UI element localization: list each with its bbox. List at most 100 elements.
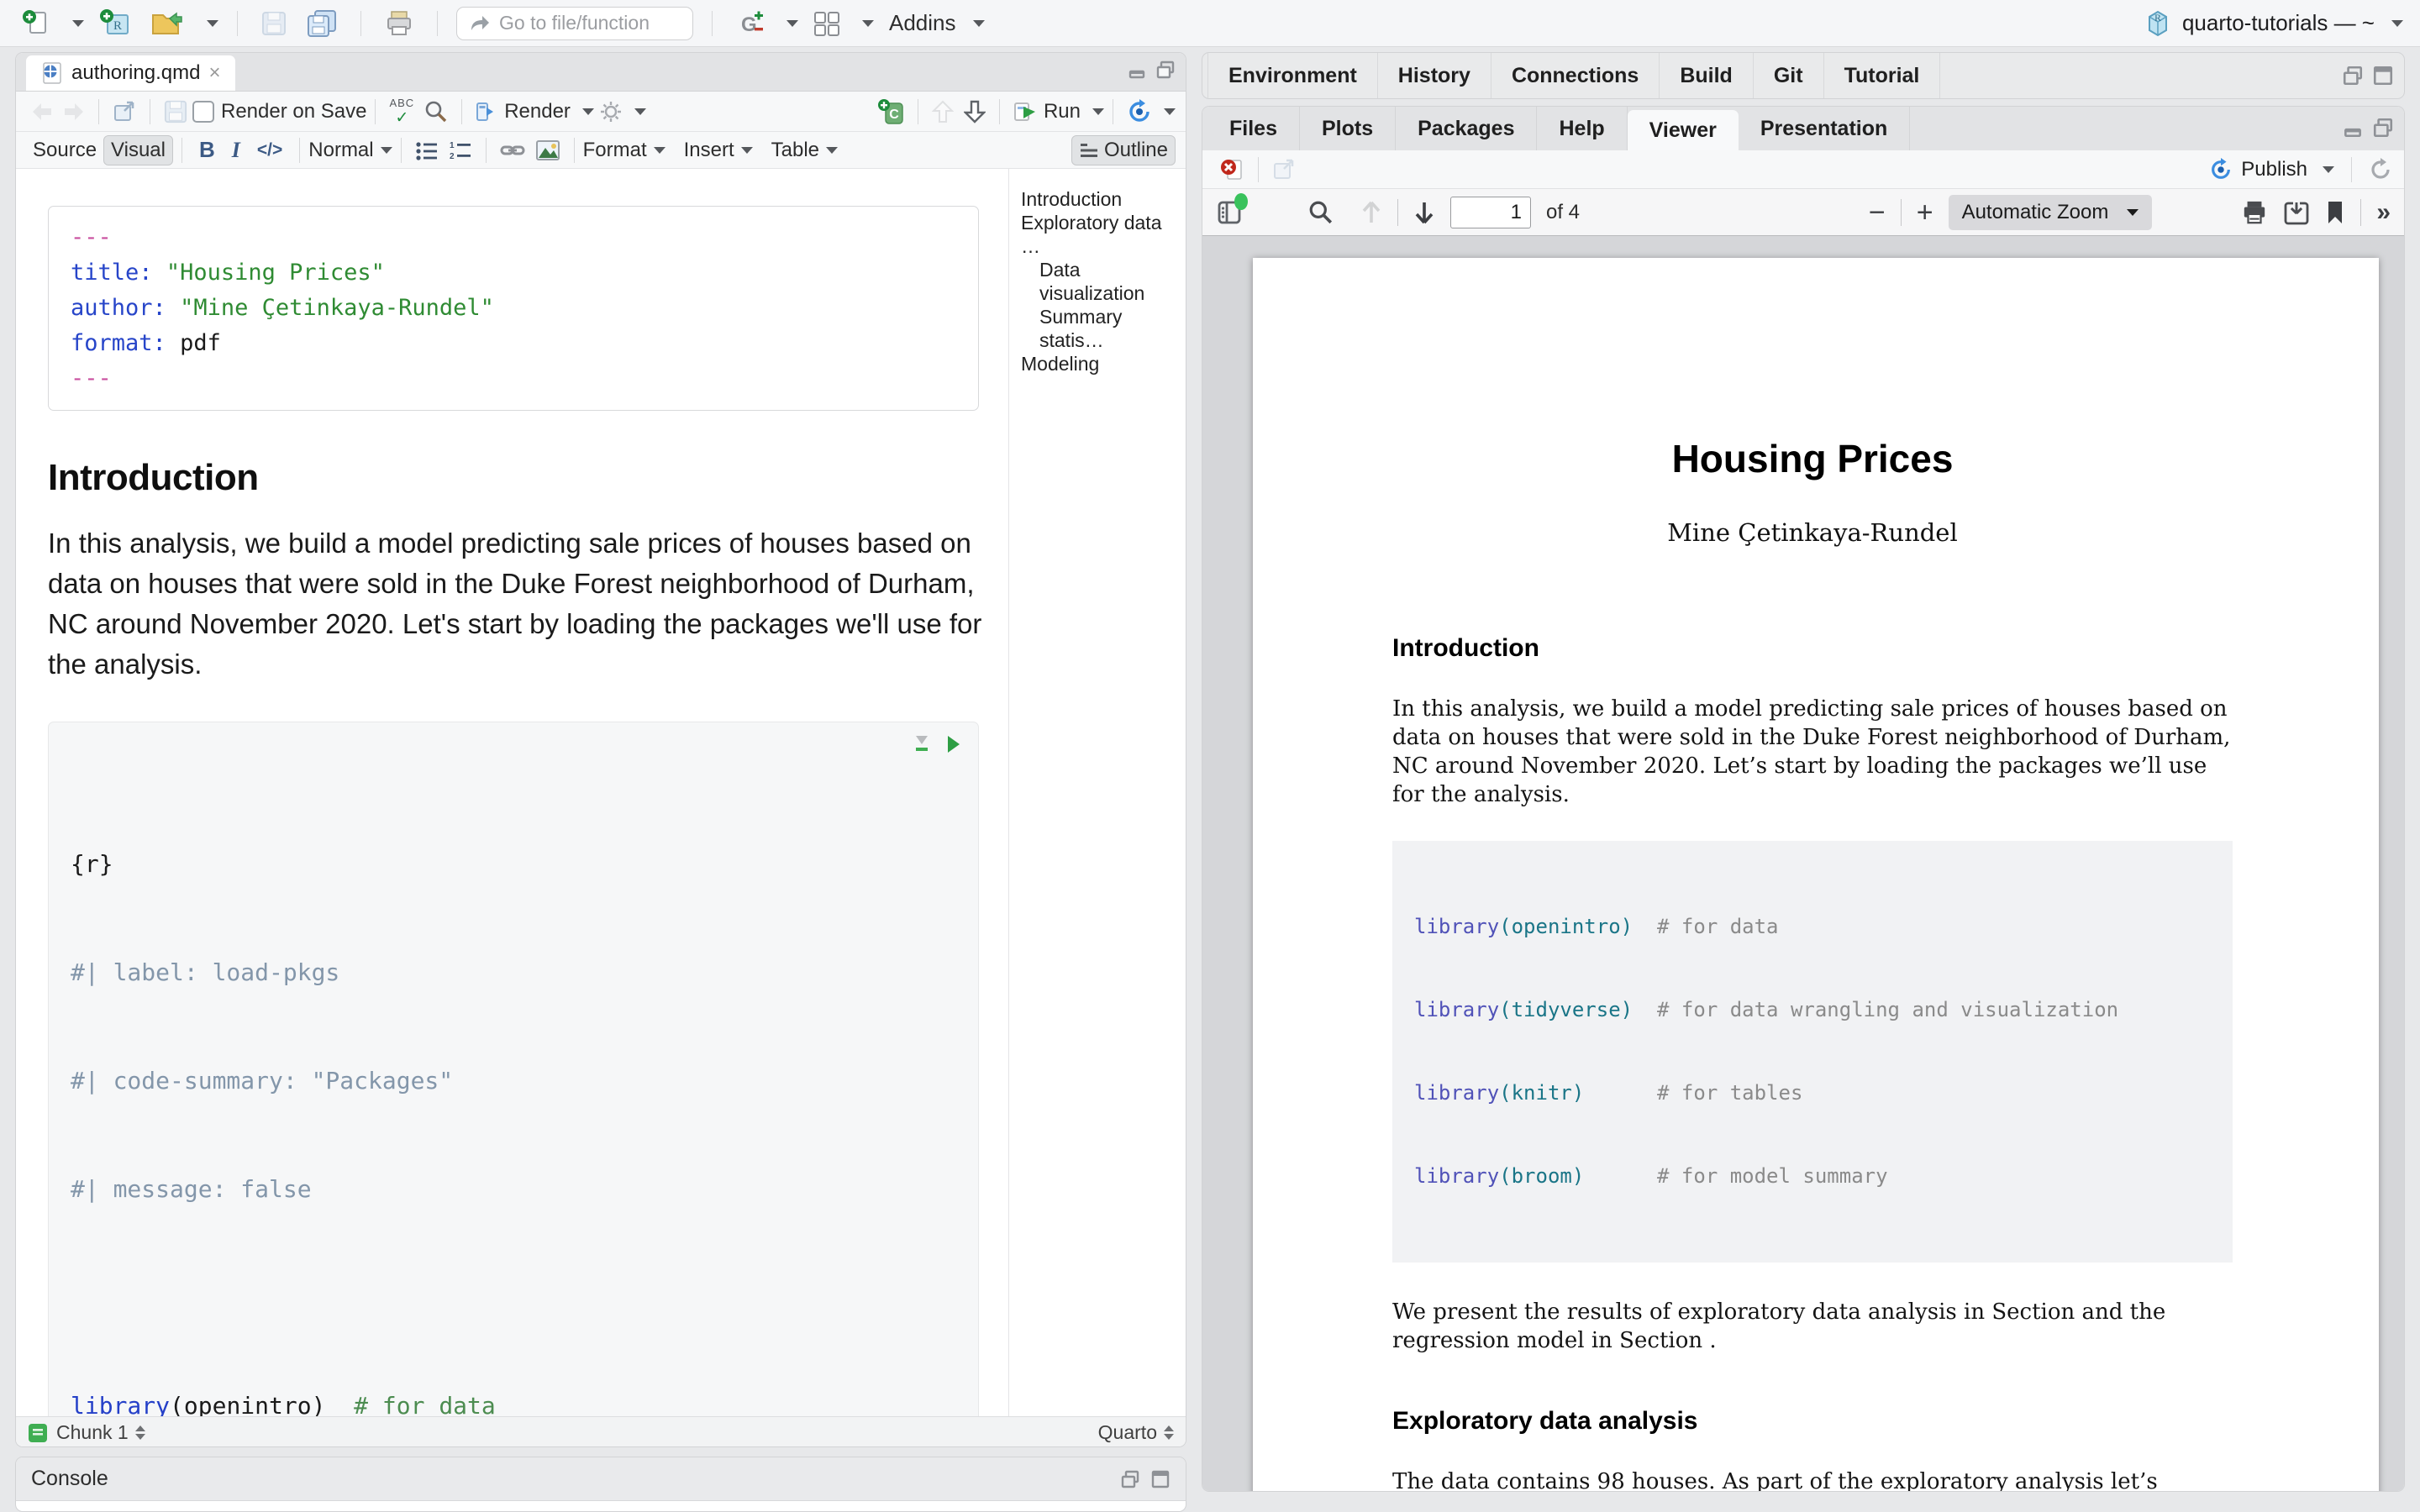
- chunk-selector-arrows-icon[interactable]: [135, 1425, 145, 1440]
- tab-files[interactable]: Files: [1207, 107, 1300, 150]
- table-menu[interactable]: Table: [771, 139, 819, 162]
- tab-connections[interactable]: Connections: [1491, 53, 1660, 98]
- viewer-restore-icon[interactable]: [2372, 117, 2394, 139]
- search-in-doc-icon[interactable]: [419, 97, 453, 127]
- paragraph-style-select[interactable]: Normal: [308, 139, 373, 162]
- outline-item-summary-statistics[interactable]: Summary statis…: [1021, 305, 1177, 352]
- spellcheck-icon[interactable]: ABC ✓: [384, 94, 419, 129]
- open-file-icon[interactable]: [146, 7, 190, 40]
- save-all-icon[interactable]: [302, 6, 342, 41]
- bullet-list-icon[interactable]: [410, 137, 444, 164]
- render-caret[interactable]: [582, 108, 594, 115]
- find-previous-icon[interactable]: [1360, 200, 1382, 225]
- source-mode-button[interactable]: Source: [26, 136, 103, 165]
- bookmark-icon[interactable]: [2325, 200, 2345, 225]
- visual-mode-button[interactable]: Visual: [103, 135, 173, 165]
- pdf-scroll-area[interactable]: Housing Prices Mine Çetinkaya-Rundel Int…: [1202, 236, 2404, 1492]
- insert-caret[interactable]: [741, 147, 753, 154]
- tab-history[interactable]: History: [1378, 53, 1491, 98]
- run-next-icon[interactable]: [959, 97, 991, 127]
- clear-viewer-icon[interactable]: [1214, 154, 1249, 186]
- tab-environment[interactable]: Environment: [1207, 53, 1378, 98]
- language-mode-selector[interactable]: Quarto: [1098, 1421, 1157, 1444]
- addins-button[interactable]: Addins: [889, 10, 956, 36]
- chunk-position-selector[interactable]: Chunk 1: [56, 1421, 129, 1444]
- tab-git[interactable]: Git: [1754, 53, 1824, 98]
- tab-presentation[interactable]: Presentation: [1739, 107, 1910, 150]
- insert-menu[interactable]: Insert: [684, 139, 734, 162]
- tab-close-icon[interactable]: ×: [208, 61, 220, 85]
- paragraph-style-caret[interactable]: [381, 147, 392, 154]
- env-restore-icon[interactable]: [2342, 65, 2364, 87]
- format-caret[interactable]: [654, 147, 666, 154]
- italic-button[interactable]: I: [224, 138, 249, 163]
- yaml-metadata-block[interactable]: --- title: "Housing Prices" author: "Min…: [48, 206, 979, 411]
- numbered-list-icon[interactable]: 12: [444, 137, 477, 164]
- format-menu[interactable]: Format: [583, 139, 647, 162]
- outline-item-data-visualization[interactable]: Data visualization: [1021, 258, 1177, 305]
- run-chunk-icon[interactable]: [944, 734, 961, 754]
- refresh-viewer-icon[interactable]: [2369, 158, 2392, 181]
- print-pdf-icon[interactable]: [2241, 200, 2268, 225]
- goto-file-search[interactable]: [456, 7, 693, 40]
- viewer-minimize-icon[interactable]: [2342, 117, 2364, 139]
- save-doc-icon[interactable]: [159, 97, 192, 127]
- zoom-out-button[interactable]: −: [1869, 198, 1886, 227]
- zoom-level-select[interactable]: Automatic Zoom: [1949, 195, 2153, 230]
- link-icon[interactable]: [495, 137, 530, 164]
- tab-tutorial[interactable]: Tutorial: [1824, 53, 1941, 98]
- maximize-pane-icon[interactable]: [1155, 60, 1176, 80]
- console-minimize-icon[interactable]: [1120, 1469, 1140, 1489]
- code-button[interactable]: </>: [249, 140, 291, 160]
- new-file-caret[interactable]: [72, 20, 84, 27]
- code-chunk-load-pkgs[interactable]: {r} #| label: load-pkgs #| code-summary:…: [48, 722, 979, 1416]
- goto-file-input[interactable]: [499, 12, 667, 34]
- insert-chunk-icon[interactable]: C: [872, 95, 909, 129]
- publish-button[interactable]: Publish: [2241, 158, 2307, 181]
- render-settings-gear-icon[interactable]: [594, 97, 628, 127]
- download-pdf-icon[interactable]: [2283, 200, 2310, 225]
- run-caret[interactable]: [1092, 108, 1104, 115]
- pdf-search-icon[interactable]: [1308, 200, 1334, 225]
- panes-caret[interactable]: [862, 20, 874, 27]
- toolbar-more-chevrons[interactable]: »: [2376, 198, 2391, 227]
- back-icon[interactable]: [26, 98, 58, 125]
- render-on-save-checkbox[interactable]: [192, 101, 214, 123]
- source-sync-icon[interactable]: [1122, 96, 1157, 128]
- tab-plots[interactable]: Plots: [1300, 107, 1396, 150]
- tab-help[interactable]: Help: [1537, 107, 1627, 150]
- sidebar-toggle-icon[interactable]: [1216, 198, 1244, 227]
- gear-caret[interactable]: [634, 108, 646, 115]
- new-file-icon[interactable]: [17, 6, 55, 41]
- viewer-popout-icon[interactable]: [1267, 155, 1301, 184]
- panes-layout-icon[interactable]: [808, 8, 845, 39]
- forward-icon[interactable]: [58, 98, 90, 125]
- render-button[interactable]: Render: [471, 97, 576, 127]
- outline-item-modeling[interactable]: Modeling: [1021, 352, 1177, 375]
- visual-editor-content[interactable]: --- title: "Housing Prices" author: "Min…: [16, 169, 1008, 1416]
- run-previous-icon[interactable]: [927, 97, 959, 127]
- env-maximize-icon[interactable]: [2372, 65, 2394, 87]
- print-icon[interactable]: [380, 7, 418, 40]
- publish-caret[interactable]: [2323, 166, 2334, 173]
- find-next-icon[interactable]: [1413, 200, 1435, 225]
- image-icon[interactable]: [530, 136, 566, 165]
- run-chunks-above-icon[interactable]: [913, 734, 931, 754]
- bold-button[interactable]: B: [191, 137, 224, 163]
- tab-build[interactable]: Build: [1660, 53, 1754, 98]
- git-caret[interactable]: [786, 20, 798, 27]
- table-caret[interactable]: [826, 147, 838, 154]
- outline-item-introduction[interactable]: Introduction: [1021, 187, 1177, 211]
- run-button[interactable]: Run: [1008, 97, 1086, 127]
- project-menu[interactable]: R quarto-tutorials — ~: [2144, 8, 2403, 39]
- git-icon[interactable]: G: [731, 6, 770, 41]
- zoom-in-button[interactable]: +: [1917, 198, 1933, 227]
- console-maximize-icon[interactable]: [1150, 1469, 1171, 1489]
- tab-authoring-qmd[interactable]: authoring.qmd ×: [26, 55, 235, 91]
- language-selector-arrows-icon[interactable]: [1164, 1425, 1174, 1440]
- tab-packages[interactable]: Packages: [1396, 107, 1537, 150]
- page-number-input[interactable]: [1450, 197, 1531, 228]
- new-project-icon[interactable]: R: [94, 5, 136, 42]
- popout-icon[interactable]: [108, 97, 141, 126]
- tab-viewer[interactable]: Viewer: [1628, 110, 1739, 150]
